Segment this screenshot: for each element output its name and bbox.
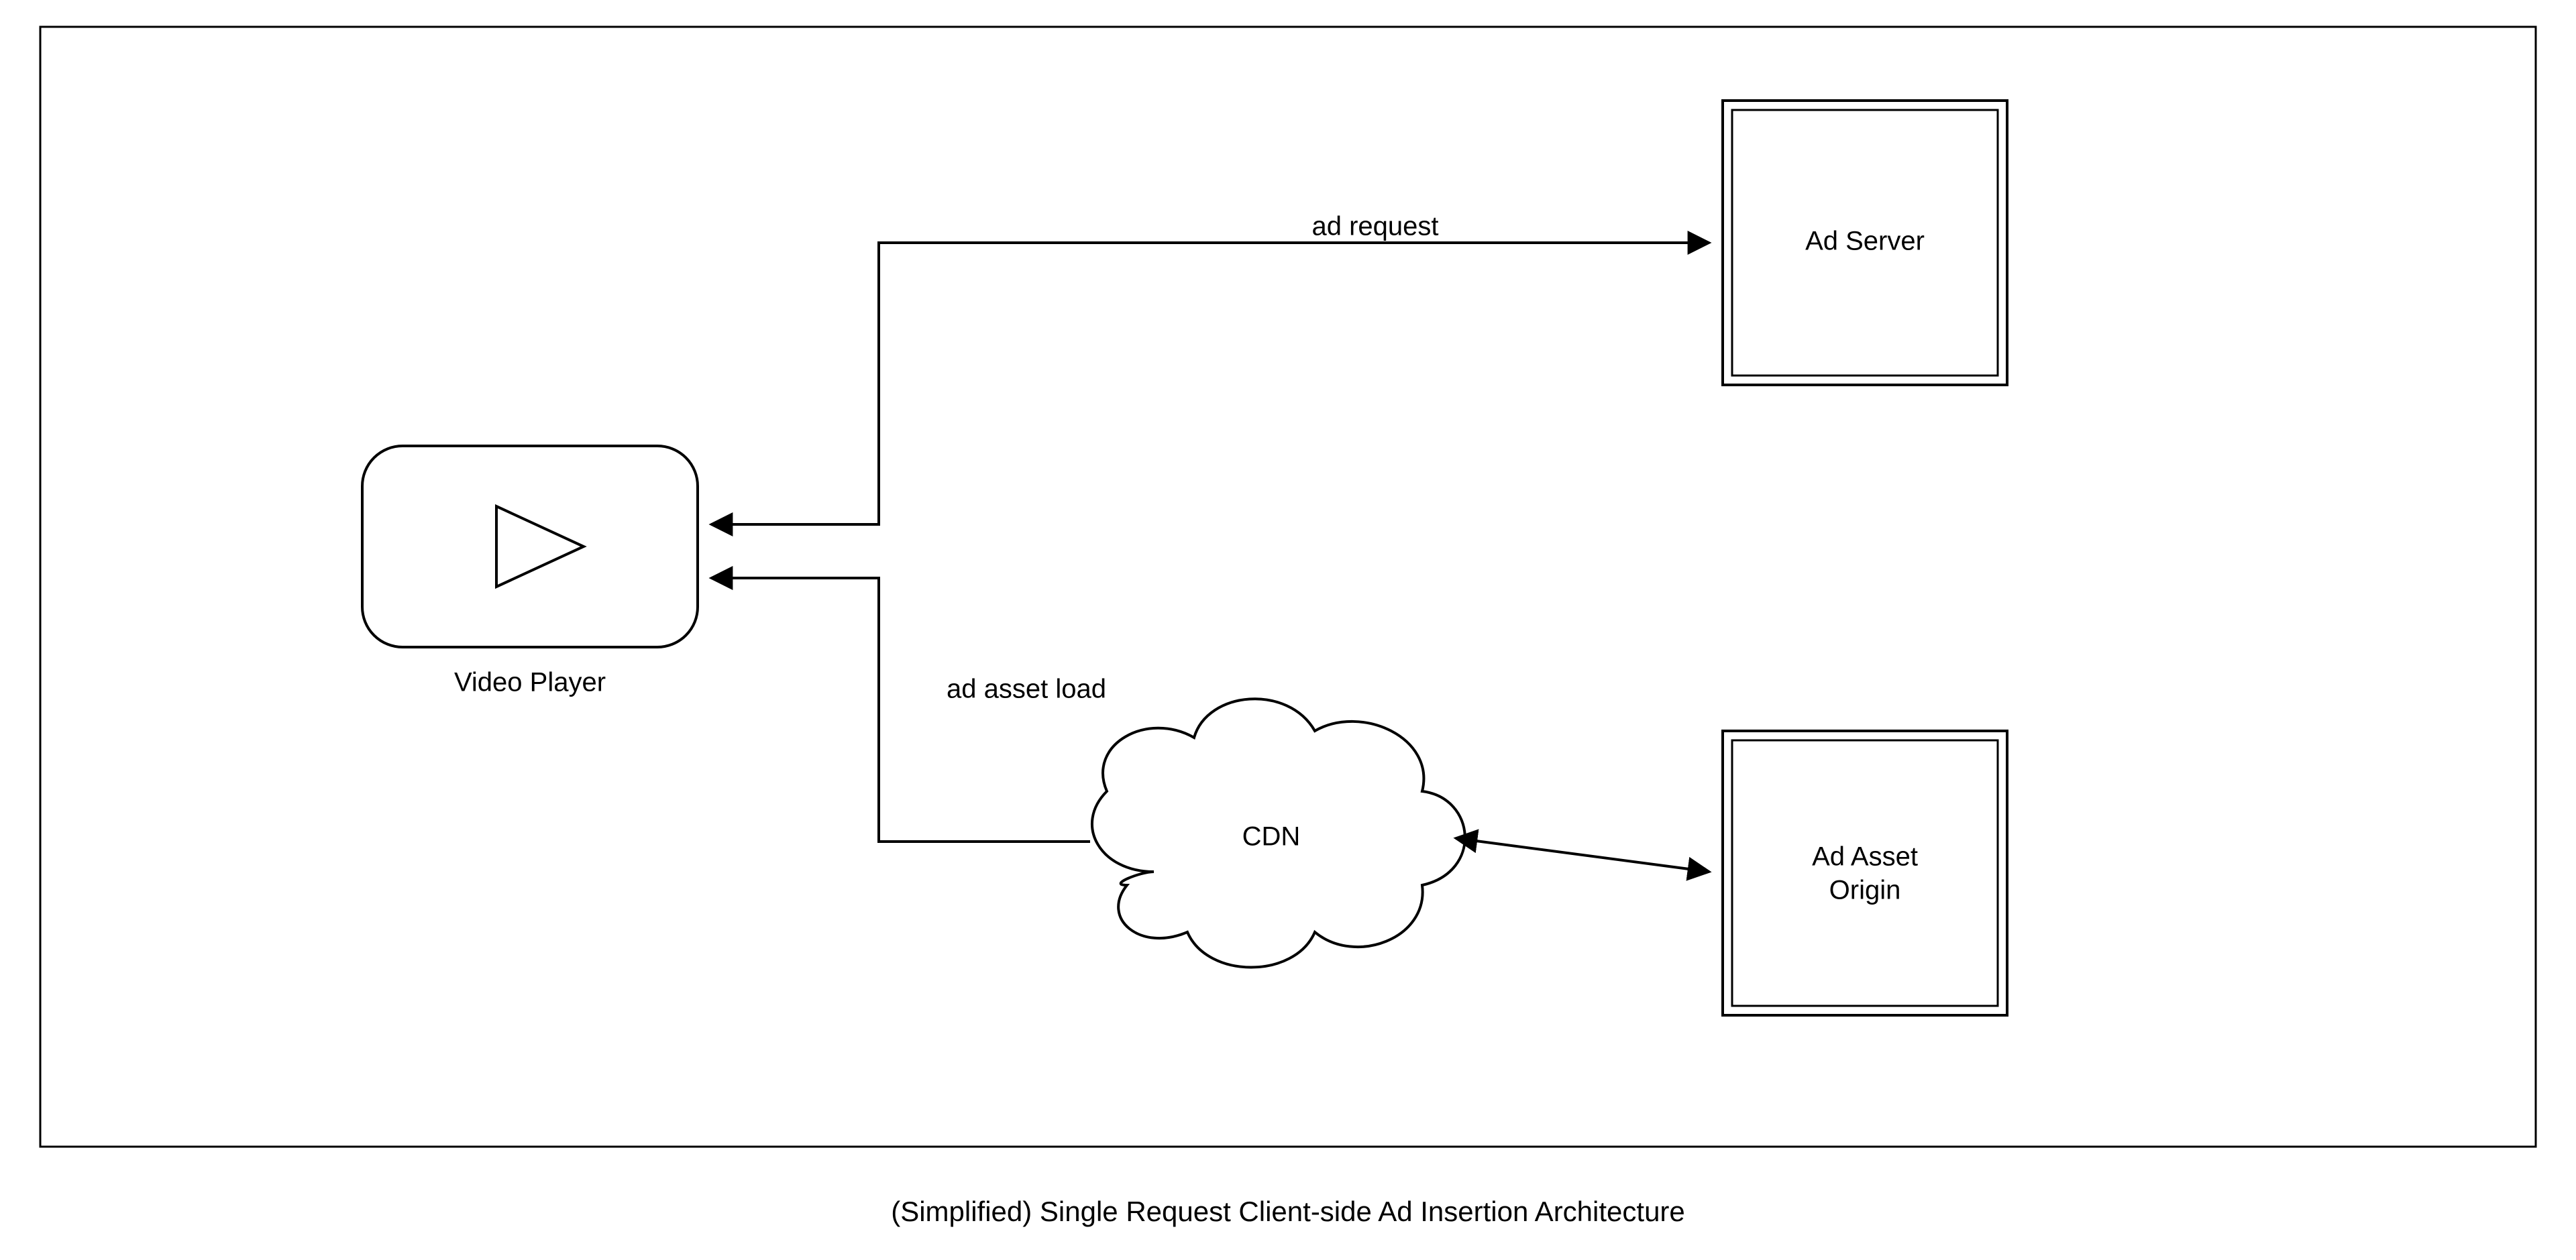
ad-asset-origin-label-1: Ad Asset	[1812, 842, 1918, 872]
ad-request-label: ad request	[1311, 212, 1438, 241]
video-player-label: Video Player	[454, 668, 606, 697]
ad-asset-origin-node: Ad Asset Origin	[1723, 731, 2007, 1015]
video-player-node: Video Player	[362, 446, 698, 697]
ad-asset-origin-label-2: Origin	[1829, 876, 1901, 905]
diagram-caption: (Simplified) Single Request Client-side …	[891, 1196, 1685, 1227]
diagram-svg: Video Player Ad Server Ad Asset Origin C…	[0, 0, 2576, 1260]
ad-server-node: Ad Server	[1723, 101, 2007, 385]
cdn-node: CDN	[1092, 699, 1465, 967]
cdn-label: CDN	[1242, 822, 1301, 852]
cdn-origin-edge	[1456, 838, 1709, 872]
ad-asset-load-label: ad asset load	[947, 675, 1106, 704]
ad-server-label: Ad Server	[1805, 227, 1925, 256]
ad-request-edge: ad request	[711, 212, 1709, 524]
ad-asset-load-edge: ad asset load	[711, 578, 1106, 842]
diagram-stage: Video Player Ad Server Ad Asset Origin C…	[0, 0, 2576, 1260]
